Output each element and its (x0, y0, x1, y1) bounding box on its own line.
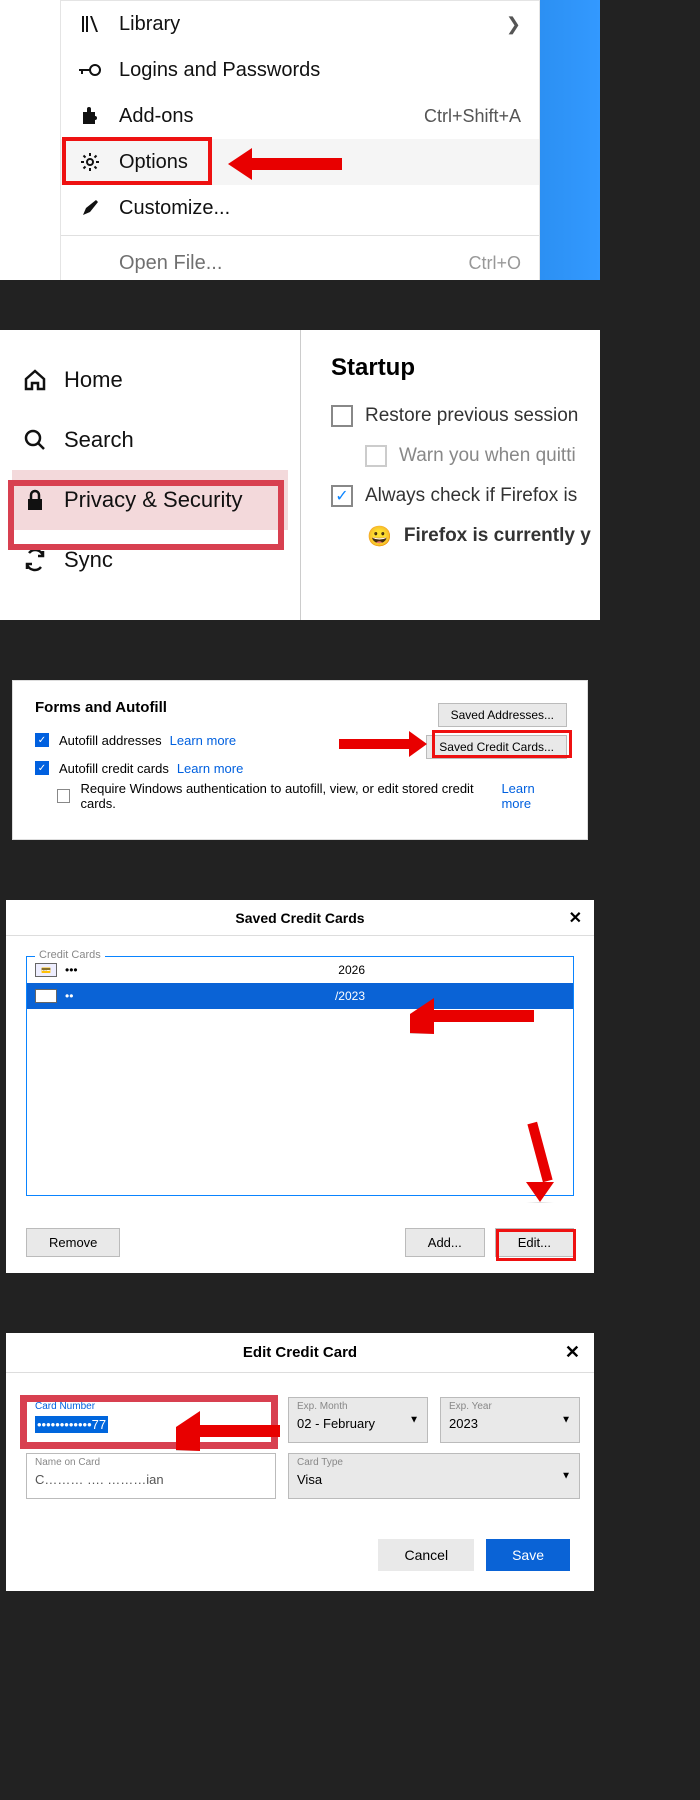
menu-label: Customize... (119, 197, 230, 220)
dialog-title: Saved Credit Cards (235, 910, 364, 926)
saved-cards-dialog: Saved Credit Cards ✕ Credit Cards 💳 ••• … (6, 900, 594, 1273)
section-title: Startup (331, 354, 600, 382)
learn-more-link[interactable]: Learn more (170, 733, 236, 748)
card-icon: VISA (35, 989, 57, 1003)
fieldset-label: Credit Cards (35, 949, 105, 961)
lock-icon (22, 487, 48, 513)
checkbox-icon: ✓ (35, 761, 49, 775)
checkbox-winauth[interactable]: Require Windows authentication to autofi… (57, 782, 565, 810)
close-icon[interactable]: ✕ (565, 1342, 580, 1363)
library-icon (79, 13, 101, 35)
exp-month-select[interactable]: Exp. Month 02 - February ▼ (288, 1397, 428, 1443)
remove-button[interactable]: Remove (26, 1228, 120, 1257)
learn-more-link[interactable]: Learn more (177, 761, 243, 776)
sidebar-label: Home (64, 367, 123, 393)
shortcut: Ctrl+Shift+A (424, 106, 521, 127)
status-default: 😀Firefox is currently y (331, 516, 600, 556)
learn-more-link[interactable]: Learn more (501, 781, 565, 811)
sync-icon (22, 547, 48, 573)
menu-item-addons[interactable]: Add-ons Ctrl+Shift+A (61, 93, 539, 139)
card-icon: 💳 (35, 963, 57, 977)
saved-cards-button[interactable]: Saved Credit Cards... (426, 735, 567, 759)
edit-button[interactable]: Edit... (495, 1228, 574, 1257)
menu-item-library[interactable]: Library ❯ (61, 1, 539, 47)
chevron-down-icon: ▼ (561, 1415, 571, 1426)
sidebar-label: Search (64, 427, 134, 453)
dialog-header: Saved Credit Cards ✕ (6, 900, 594, 936)
annotation-arrow (526, 1122, 554, 1203)
saved-addresses-button[interactable]: Saved Addresses... (438, 703, 567, 727)
options-sidebar: Home Search Privacy & Security Sync (0, 330, 300, 620)
menu-item-customize[interactable]: Customize... (61, 185, 539, 231)
puzzle-icon (79, 105, 101, 127)
close-icon[interactable]: ✕ (569, 908, 582, 928)
menu-label: Library (119, 13, 180, 36)
checkbox-restore[interactable]: Restore previous session (331, 396, 600, 436)
menu-label: Options (119, 151, 188, 174)
sidebar-label: Sync (64, 547, 113, 573)
checkbox-icon: ✓ (331, 485, 353, 507)
annotation-arrow (339, 731, 427, 757)
dialog-header: Edit Credit Card ✕ (6, 1333, 594, 1373)
menu-label: Add-ons (119, 105, 194, 128)
gear-icon (79, 151, 101, 173)
menu-panel: Library ❯ Logins and Passwords Add-ons C… (0, 0, 600, 280)
cards-listbox[interactable]: Credit Cards 💳 ••• 2026 VISA •• /2023 (26, 956, 574, 1196)
dialog-title: Edit Credit Card (243, 1344, 357, 1361)
sidebar-item-home[interactable]: Home (12, 350, 288, 410)
menu-item-logins[interactable]: Logins and Passwords (61, 47, 539, 93)
search-icon (22, 427, 48, 453)
save-button[interactable]: Save (486, 1539, 570, 1571)
sidebar-item-privacy[interactable]: Privacy & Security (12, 470, 288, 530)
add-button[interactable]: Add... (405, 1228, 485, 1257)
edit-card-dialog: Edit Credit Card ✕ Card Number •••••••••… (6, 1333, 594, 1591)
checkbox-icon (365, 445, 387, 467)
annotation-arrow (176, 1411, 280, 1451)
checkbox-icon (57, 789, 70, 803)
checkbox-always[interactable]: ✓Always check if Firefox is (331, 476, 600, 516)
menu-item-openfile[interactable]: Open File... Ctrl+O (61, 240, 539, 280)
smile-icon: 😀 (367, 524, 392, 549)
sidebar-item-sync[interactable]: Sync (12, 530, 288, 590)
chevron-right-icon: ❯ (506, 14, 521, 35)
home-icon (22, 367, 48, 393)
menu-label: Logins and Passwords (119, 59, 320, 82)
cancel-button[interactable]: Cancel (378, 1539, 474, 1571)
options-main: Startup Restore previous session Warn yo… (300, 330, 600, 620)
sidebar-label: Privacy & Security (64, 487, 243, 513)
separator (61, 235, 539, 236)
annotation-arrow (228, 148, 342, 180)
brush-icon (79, 197, 101, 219)
card-type-select[interactable]: Card Type Visa ▼ (288, 1453, 580, 1499)
checkbox-icon (331, 405, 353, 427)
hamburger-menu: Library ❯ Logins and Passwords Add-ons C… (60, 0, 540, 280)
checkbox-icon: ✓ (35, 733, 49, 747)
chevron-down-icon: ▼ (561, 1471, 571, 1482)
forms-autofill-panel: Forms and Autofill ✓Autofill addressesLe… (12, 680, 588, 840)
key-icon (79, 59, 101, 81)
checkbox-warn[interactable]: Warn you when quitti (365, 436, 600, 476)
options-panel: Home Search Privacy & Security Sync Star… (0, 330, 600, 620)
name-on-card-field[interactable]: Name on Card C……… …. ………ian (26, 1453, 276, 1499)
annotation-arrow (410, 998, 534, 1034)
sidebar-item-search[interactable]: Search (12, 410, 288, 470)
card-row[interactable]: 💳 ••• 2026 (27, 957, 573, 983)
menu-label: Open File... (119, 252, 222, 275)
shortcut: Ctrl+O (468, 253, 521, 274)
chevron-down-icon: ▼ (409, 1415, 419, 1426)
exp-year-select[interactable]: Exp. Year 2023 ▼ (440, 1397, 580, 1443)
